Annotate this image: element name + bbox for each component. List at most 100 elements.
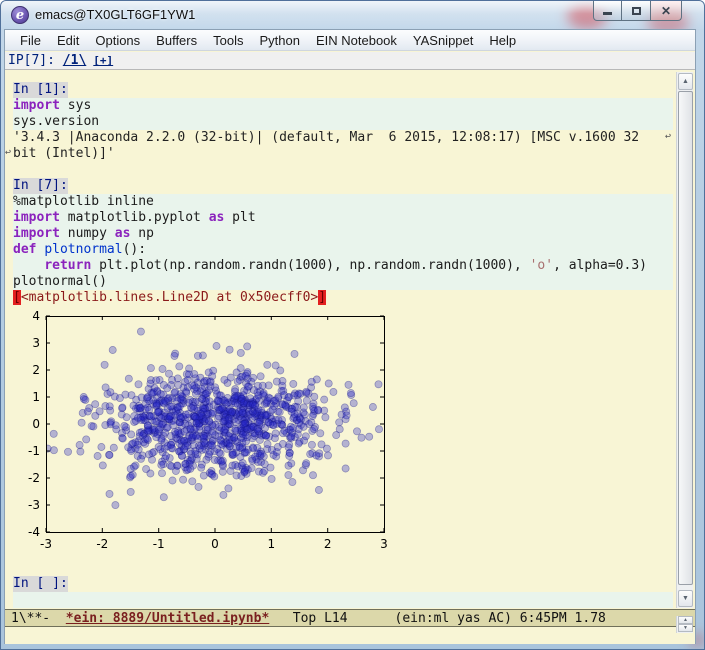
- mini-scroll-up-button[interactable]: ▲: [678, 616, 693, 624]
- code-token: def: [13, 242, 37, 257]
- svg-text:3: 3: [380, 537, 388, 551]
- code-token: plt: [224, 210, 256, 225]
- cell-prompt-line: In [1]:: [13, 82, 673, 98]
- close-button[interactable]: ✕: [651, 1, 682, 21]
- svg-text:-1: -1: [153, 537, 165, 551]
- worksheet-tab-link[interactable]: /1\: [63, 53, 86, 68]
- code-token: ]: [318, 290, 327, 305]
- close-icon: ✕: [660, 3, 672, 18]
- menu-tools[interactable]: Tools: [206, 31, 250, 50]
- cell-output-line: [<matplotlib.lines.Line2D at 0x50ecff0>]: [13, 290, 673, 306]
- ein-header-line: IP[7]: /1\ [+]: [5, 52, 695, 70]
- code-token: 'o': [529, 258, 554, 273]
- code-token: <matplotlib.lines.Line2D at 0x50ecff0>: [20, 290, 319, 305]
- emacs-window: e emacs@TX0GLT6GF1YW1 ✕ File Edit Options B…: [0, 0, 705, 650]
- modeline-buffer-name[interactable]: *ein: 8889/Untitled.ipynb*: [66, 611, 270, 626]
- scroll-up-button[interactable]: ▲: [678, 73, 693, 90]
- menu-file[interactable]: File: [13, 31, 48, 50]
- window-frame-bottom: [1, 644, 704, 649]
- code-token: ():: [122, 242, 147, 257]
- scroll-down-icon: ▼: [682, 595, 689, 602]
- svg-text:3: 3: [32, 336, 40, 350]
- cell-input-line[interactable]: import matplotlib.pyplot as plt: [13, 210, 673, 226]
- minimize-icon: [603, 12, 612, 15]
- svg-text:1: 1: [32, 390, 40, 404]
- menu-help[interactable]: Help: [482, 31, 523, 50]
- cell-input-line[interactable]: [13, 592, 673, 608]
- code-token: plotnormal: [44, 242, 123, 257]
- code-token: '3.4.3 |Anaconda 2.2.0 (32-bit)| (defaul…: [13, 130, 640, 145]
- minibuffer-scrollbar[interactable]: ▲ ▼: [676, 616, 693, 633]
- scroll-down-icon: ▼: [683, 625, 688, 631]
- cell-input-line[interactable]: return plt.plot(np.random.randn(1000), n…: [13, 258, 673, 274]
- svg-text:-4: -4: [28, 525, 40, 539]
- cell-output-line: ↩ bit (Intel)]': [5, 146, 673, 162]
- cell-input-line[interactable]: import sys: [13, 98, 673, 114]
- code-token: import: [13, 210, 60, 225]
- code-token: sys.version: [13, 114, 100, 129]
- notebook-kernel-label: IP[7]:: [8, 53, 63, 68]
- code-token: In [ ]:: [13, 576, 68, 592]
- title-bar[interactable]: e emacs@TX0GLT6GF1YW1 ✕: [1, 1, 704, 29]
- scatter-plot: -3 -2 -1 0 1 2 3-4-3-2-101234: [28, 309, 388, 551]
- cell-input-line[interactable]: def plotnormal():: [13, 242, 673, 258]
- cell-input-line[interactable]: import numpy as np: [13, 226, 673, 242]
- svg-text:1: 1: [267, 537, 275, 551]
- scroll-down-button[interactable]: ▼: [678, 590, 693, 607]
- svg-text:-2: -2: [96, 537, 108, 551]
- menu-edit[interactable]: Edit: [50, 31, 86, 50]
- svg-text:2: 2: [32, 363, 40, 377]
- emacs-app-icon[interactable]: e: [11, 6, 29, 24]
- cell-prompt-line: In [ ]:: [13, 576, 673, 592]
- svg-text:4: 4: [32, 309, 40, 323]
- code-token: np: [130, 226, 154, 241]
- svg-text:0: 0: [32, 417, 40, 431]
- menu-yasnippet[interactable]: YASnippet: [406, 31, 480, 50]
- menu-options[interactable]: Options: [88, 31, 147, 50]
- code-token: In [7]:: [13, 178, 68, 194]
- cell-prompt-line: In [7]:: [13, 178, 673, 194]
- menu-buffers[interactable]: Buffers: [149, 31, 204, 50]
- minimize-button[interactable]: [593, 1, 622, 21]
- menu-python[interactable]: Python: [252, 31, 306, 50]
- code-token: import: [13, 226, 60, 241]
- svg-text:-1: -1: [28, 444, 40, 458]
- window-title: emacs@TX0GLT6GF1YW1: [35, 7, 196, 22]
- code-token: bit (Intel)]': [13, 146, 115, 161]
- code-token: as: [208, 210, 225, 225]
- mode-line[interactable]: 1\**- *ein: 8889/Untitled.ipynb* Top L14…: [5, 609, 695, 627]
- menu-ein-notebook[interactable]: EIN Notebook: [309, 31, 404, 50]
- cell-input-line[interactable]: plotnormal(): [13, 274, 673, 290]
- notebook-buffer[interactable]: In [1]: import sys sys.version '3.4.3 |Anac…: [5, 70, 673, 609]
- modeline-flags: 1\**-: [11, 610, 66, 626]
- menu-bar: File Edit Options Buffers Tools Python EIN Not…: [5, 30, 695, 51]
- add-worksheet-link[interactable]: [+]: [93, 54, 113, 67]
- modeline-status: Top L14 (ein:ml yas AC) 6:45PM 1.78: [269, 610, 606, 626]
- svg-text:2: 2: [324, 537, 332, 551]
- code-token: [: [13, 290, 21, 305]
- cell-input-line[interactable]: %matplotlib inline: [13, 194, 673, 210]
- scrollbar-thumb[interactable]: [678, 91, 693, 585]
- code-token: as: [114, 226, 131, 241]
- code-token: plt.plot(np.random.randn(1000), np.rando…: [91, 258, 530, 273]
- echo-area[interactable]: [5, 627, 673, 644]
- cell-input-line[interactable]: sys.version: [13, 114, 673, 130]
- line-wrap-icon: ↩: [5, 147, 12, 158]
- svg-text:-3: -3: [28, 498, 40, 512]
- svg-text:-2: -2: [28, 471, 40, 485]
- mini-scroll-down-button[interactable]: ▼: [678, 624, 693, 632]
- code-token: , alpha=0.3): [553, 258, 647, 273]
- code-token: %matplotlib inline: [13, 194, 154, 209]
- svg-text:0: 0: [211, 537, 219, 551]
- client-area: File Edit Options Buffers Tools Python EIN Not…: [4, 29, 696, 644]
- line-wrap-icon: ↩: [664, 131, 671, 142]
- svg-text:-3: -3: [40, 537, 52, 551]
- main-scrollbar[interactable]: ▲ ▼: [676, 72, 693, 608]
- code-token: matplotlib.pyplot: [59, 210, 209, 225]
- code-token: numpy: [59, 226, 115, 241]
- maximize-button[interactable]: [622, 1, 651, 21]
- scroll-up-icon: ▲: [683, 617, 688, 623]
